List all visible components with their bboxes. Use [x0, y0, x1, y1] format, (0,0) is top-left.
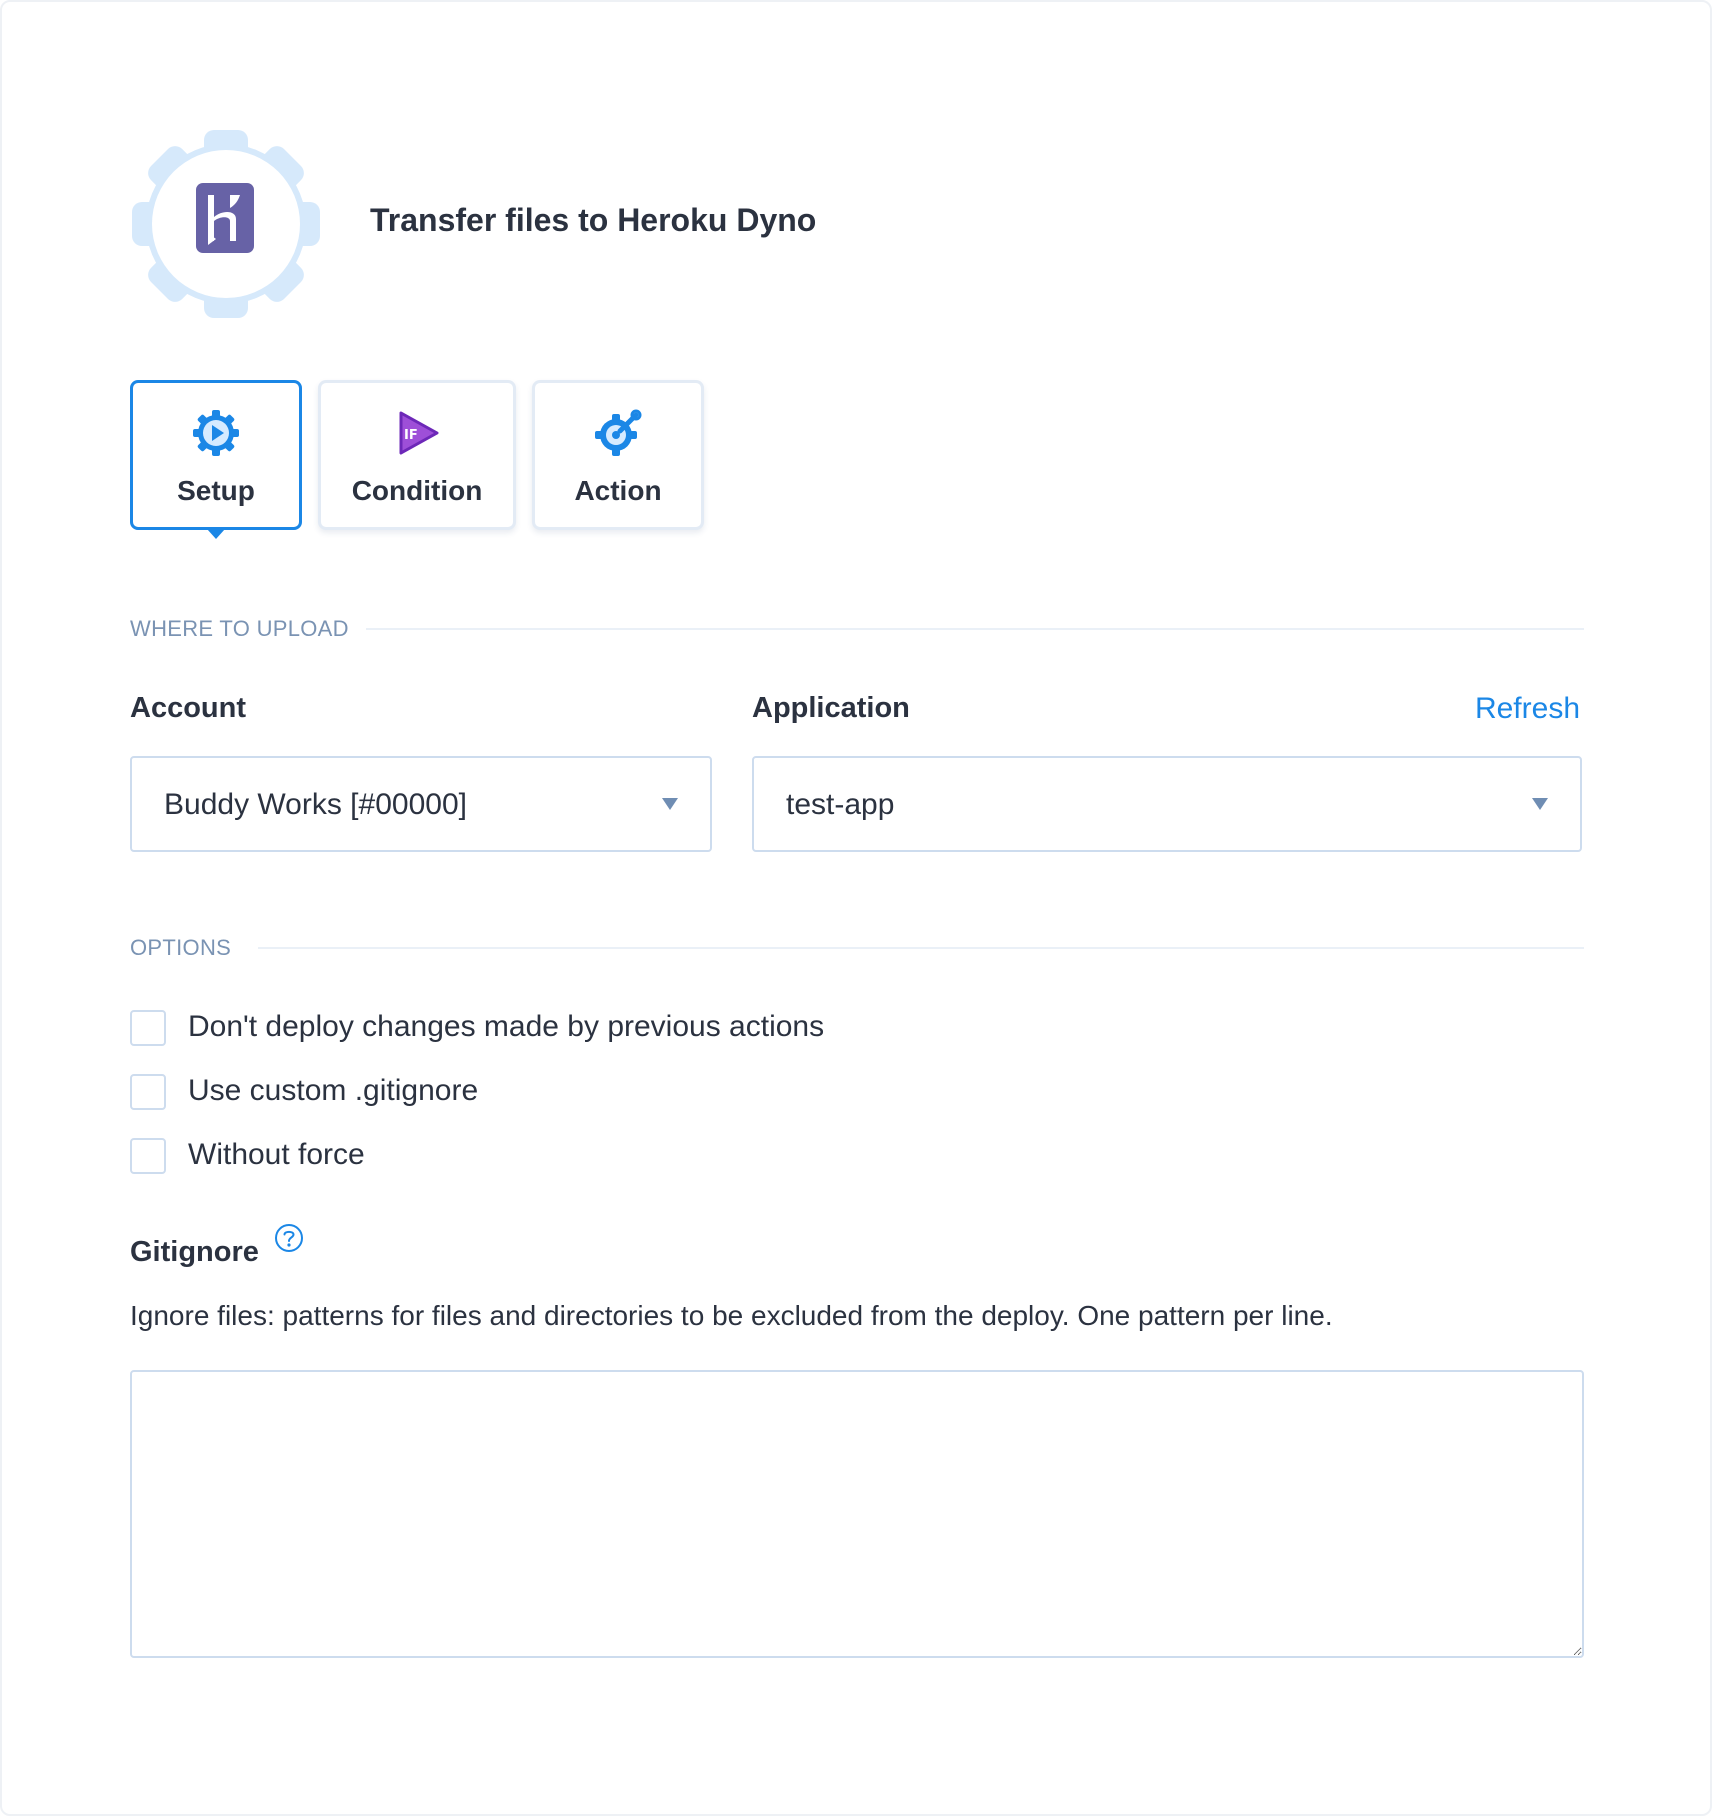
application-select-value: test-app — [786, 788, 895, 821]
modal-frame: Transfer files to Heroku Dyno Setup IF C… — [0, 0, 1712, 1816]
tab-action-label: Action — [574, 475, 662, 506]
gitignore-description: Ignore files: patterns for files and dir… — [130, 1300, 1333, 1331]
option-label: Don't deploy changes made by previous ac… — [188, 1010, 825, 1043]
option-dont-deploy-changes[interactable]: Don't deploy changes made by previous ac… — [130, 1008, 830, 1048]
gitignore-textarea[interactable] — [130, 1370, 1584, 1658]
option-label: Use custom .gitignore — [188, 1074, 479, 1107]
tab-condition-label: Condition — [351, 475, 483, 506]
account-label: Account — [130, 692, 246, 724]
checkbox[interactable] — [130, 1138, 166, 1174]
section-options: OPTIONS — [130, 935, 232, 960]
section-where-to-upload: WHERE TO UPLOAD — [130, 616, 349, 641]
active-tab-pointer — [207, 529, 225, 539]
tab-action[interactable]: Action — [532, 380, 704, 530]
if-condition-icon: IF — [393, 409, 441, 457]
option-without-force[interactable]: Without force — [130, 1136, 470, 1176]
account-select[interactable]: Buddy Works [#00000] — [130, 756, 712, 852]
chevron-down-icon — [662, 798, 678, 810]
page-title: Transfer files to Heroku Dyno — [370, 202, 817, 238]
option-label: Without force — [188, 1138, 365, 1171]
svg-text:IF: IF — [404, 428, 418, 443]
application-label: Application — [752, 692, 910, 724]
chevron-down-icon — [1532, 798, 1548, 810]
account-select-value: Buddy Works [#00000] — [164, 788, 467, 821]
heroku-logo-icon — [196, 183, 254, 253]
refresh-link[interactable]: Refresh — [1475, 692, 1580, 726]
checkbox[interactable] — [130, 1010, 166, 1046]
tab-setup[interactable]: Setup — [130, 380, 302, 539]
section-divider — [366, 628, 1584, 630]
question-circle-icon[interactable] — [274, 1223, 304, 1253]
tab-setup-label: Setup — [177, 475, 255, 506]
checkbox[interactable] — [130, 1074, 166, 1110]
service-badge — [128, 126, 324, 322]
gear-wrench-icon — [594, 409, 642, 457]
gitignore-label: Gitignore — [130, 1236, 259, 1268]
section-divider — [258, 947, 1584, 949]
option-use-custom-gitignore[interactable]: Use custom .gitignore — [130, 1072, 550, 1112]
gear-play-icon — [192, 409, 240, 457]
application-select[interactable]: test-app — [752, 756, 1582, 852]
tab-condition[interactable]: IF Condition — [318, 380, 516, 530]
